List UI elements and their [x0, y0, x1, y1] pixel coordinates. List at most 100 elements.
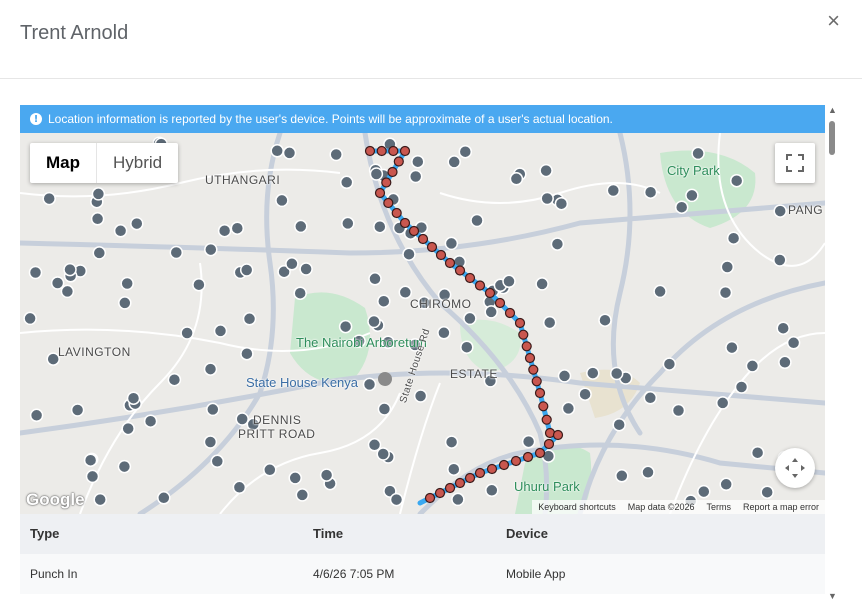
bus-stop-icon [118, 296, 132, 310]
pan-control-button[interactable] [775, 448, 815, 488]
route-point[interactable] [524, 352, 536, 364]
bus-stop-icon [130, 216, 144, 231]
route-point[interactable] [494, 297, 506, 309]
map-type-hybrid-button[interactable]: Hybrid [97, 143, 178, 183]
map-type-map-button[interactable]: Map [30, 143, 97, 183]
route-point[interactable] [531, 376, 542, 387]
route-point[interactable] [426, 241, 438, 253]
route-point[interactable] [376, 145, 387, 157]
bus-stop-icon [773, 253, 787, 267]
route-point[interactable] [543, 438, 555, 450]
bus-stop-icon [329, 147, 343, 162]
bus-stop-icon [299, 262, 313, 276]
route-point[interactable] [434, 487, 446, 499]
route-point[interactable] [383, 197, 394, 209]
route-point[interactable] [484, 287, 496, 299]
report-map-error-link[interactable]: Report a map error [737, 502, 825, 512]
bus-stop-icon [169, 245, 184, 260]
scroll-thumb[interactable] [829, 121, 835, 155]
bus-stop-icon [719, 477, 733, 492]
bus-stop-icon [540, 191, 554, 206]
route-point[interactable] [528, 364, 539, 375]
route-point[interactable] [399, 145, 411, 157]
map-canvas[interactable] [20, 133, 825, 514]
bus-stop-icon [786, 336, 801, 350]
bus-stop-icon [367, 314, 381, 329]
scroll-down-arrow[interactable]: ▼ [828, 591, 837, 601]
dialog-title: Trent Arnold [20, 22, 129, 44]
dialog-header: Trent Arnold × [0, 0, 862, 79]
bus-stop-icon [60, 284, 75, 299]
route-point[interactable] [393, 156, 404, 167]
terms-link[interactable]: Terms [700, 502, 737, 512]
bus-stop-icon [411, 154, 425, 169]
route-point[interactable] [464, 472, 476, 484]
bus-stop-icon [484, 305, 498, 319]
bus-stop-icon [338, 319, 353, 334]
bus-stop-icon [369, 167, 384, 181]
route-point[interactable] [522, 451, 534, 463]
bus-stop-icon [447, 155, 461, 169]
route-point[interactable] [474, 467, 486, 479]
landmark-icon [378, 372, 392, 386]
bus-stop-icon [341, 216, 355, 231]
scroll-up-arrow[interactable]: ▲ [828, 105, 837, 115]
route-point[interactable] [381, 177, 392, 188]
route-point[interactable] [444, 482, 456, 494]
route-point[interactable] [454, 477, 466, 489]
route-point[interactable] [424, 492, 436, 504]
label-kuthangari: UTHANGARI [205, 173, 281, 187]
route-point[interactable] [474, 280, 486, 291]
bus-stop-icon [206, 402, 220, 417]
route-point[interactable] [464, 272, 476, 284]
route-point[interactable] [538, 401, 549, 412]
route-point[interactable] [399, 217, 411, 229]
route-point[interactable] [514, 317, 526, 329]
bus-stop-icon [339, 175, 354, 190]
bus-stop-icon [750, 445, 765, 460]
scrollbar[interactable]: ▲ ▼ [826, 105, 838, 605]
bus-stop-icon [203, 435, 218, 449]
route-point[interactable] [364, 145, 376, 157]
route-point[interactable] [387, 166, 398, 178]
bus-stop-icon [641, 465, 655, 480]
route-point[interactable] [374, 187, 386, 199]
route-point[interactable] [408, 225, 420, 237]
route-point[interactable] [486, 463, 498, 475]
label-arboretum: The Nairobi Arboretum [296, 335, 427, 350]
route-point[interactable] [534, 387, 546, 399]
bus-stop-icon [662, 357, 677, 371]
bus-stop-icon [447, 462, 461, 476]
bus-stop-icon [117, 459, 132, 474]
bus-stop-icon [726, 231, 741, 245]
route-point[interactable] [534, 447, 546, 459]
route-point[interactable] [435, 249, 447, 261]
table-row[interactable]: Punch In 4/6/26 7:05 PM Mobile App [20, 554, 825, 594]
bus-stop-icon [70, 403, 85, 417]
route-point[interactable] [454, 265, 466, 276]
route-point[interactable] [518, 329, 529, 340]
bus-stop-icon [373, 219, 387, 234]
bus-stop-icon [42, 191, 56, 206]
route-point[interactable] [510, 455, 522, 467]
route-point[interactable] [498, 459, 510, 471]
bus-stop-icon [444, 435, 459, 449]
route-point[interactable] [504, 307, 516, 319]
fullscreen-button[interactable] [775, 143, 815, 183]
route-point[interactable] [444, 257, 456, 269]
route-point[interactable] [552, 429, 564, 441]
route-point[interactable] [521, 341, 532, 352]
route-point[interactable] [417, 233, 429, 245]
bus-stop-icon [121, 421, 135, 436]
map-type-control: Map Hybrid [30, 143, 179, 183]
map[interactable]: Map Hybrid UTHANGARI City Park PANG CHIR… [20, 133, 825, 514]
cell-device: Mobile App [506, 567, 566, 581]
route-point[interactable] [541, 414, 552, 425]
keyboard-shortcuts-link[interactable]: Keyboard shortcuts [532, 502, 622, 512]
route-point[interactable] [391, 207, 402, 219]
bus-stop-icon [542, 315, 557, 330]
close-button[interactable]: × [827, 10, 840, 32]
bus-stop-icon [63, 262, 77, 277]
route-point[interactable] [388, 145, 399, 157]
bus-stop-icon [653, 284, 667, 299]
